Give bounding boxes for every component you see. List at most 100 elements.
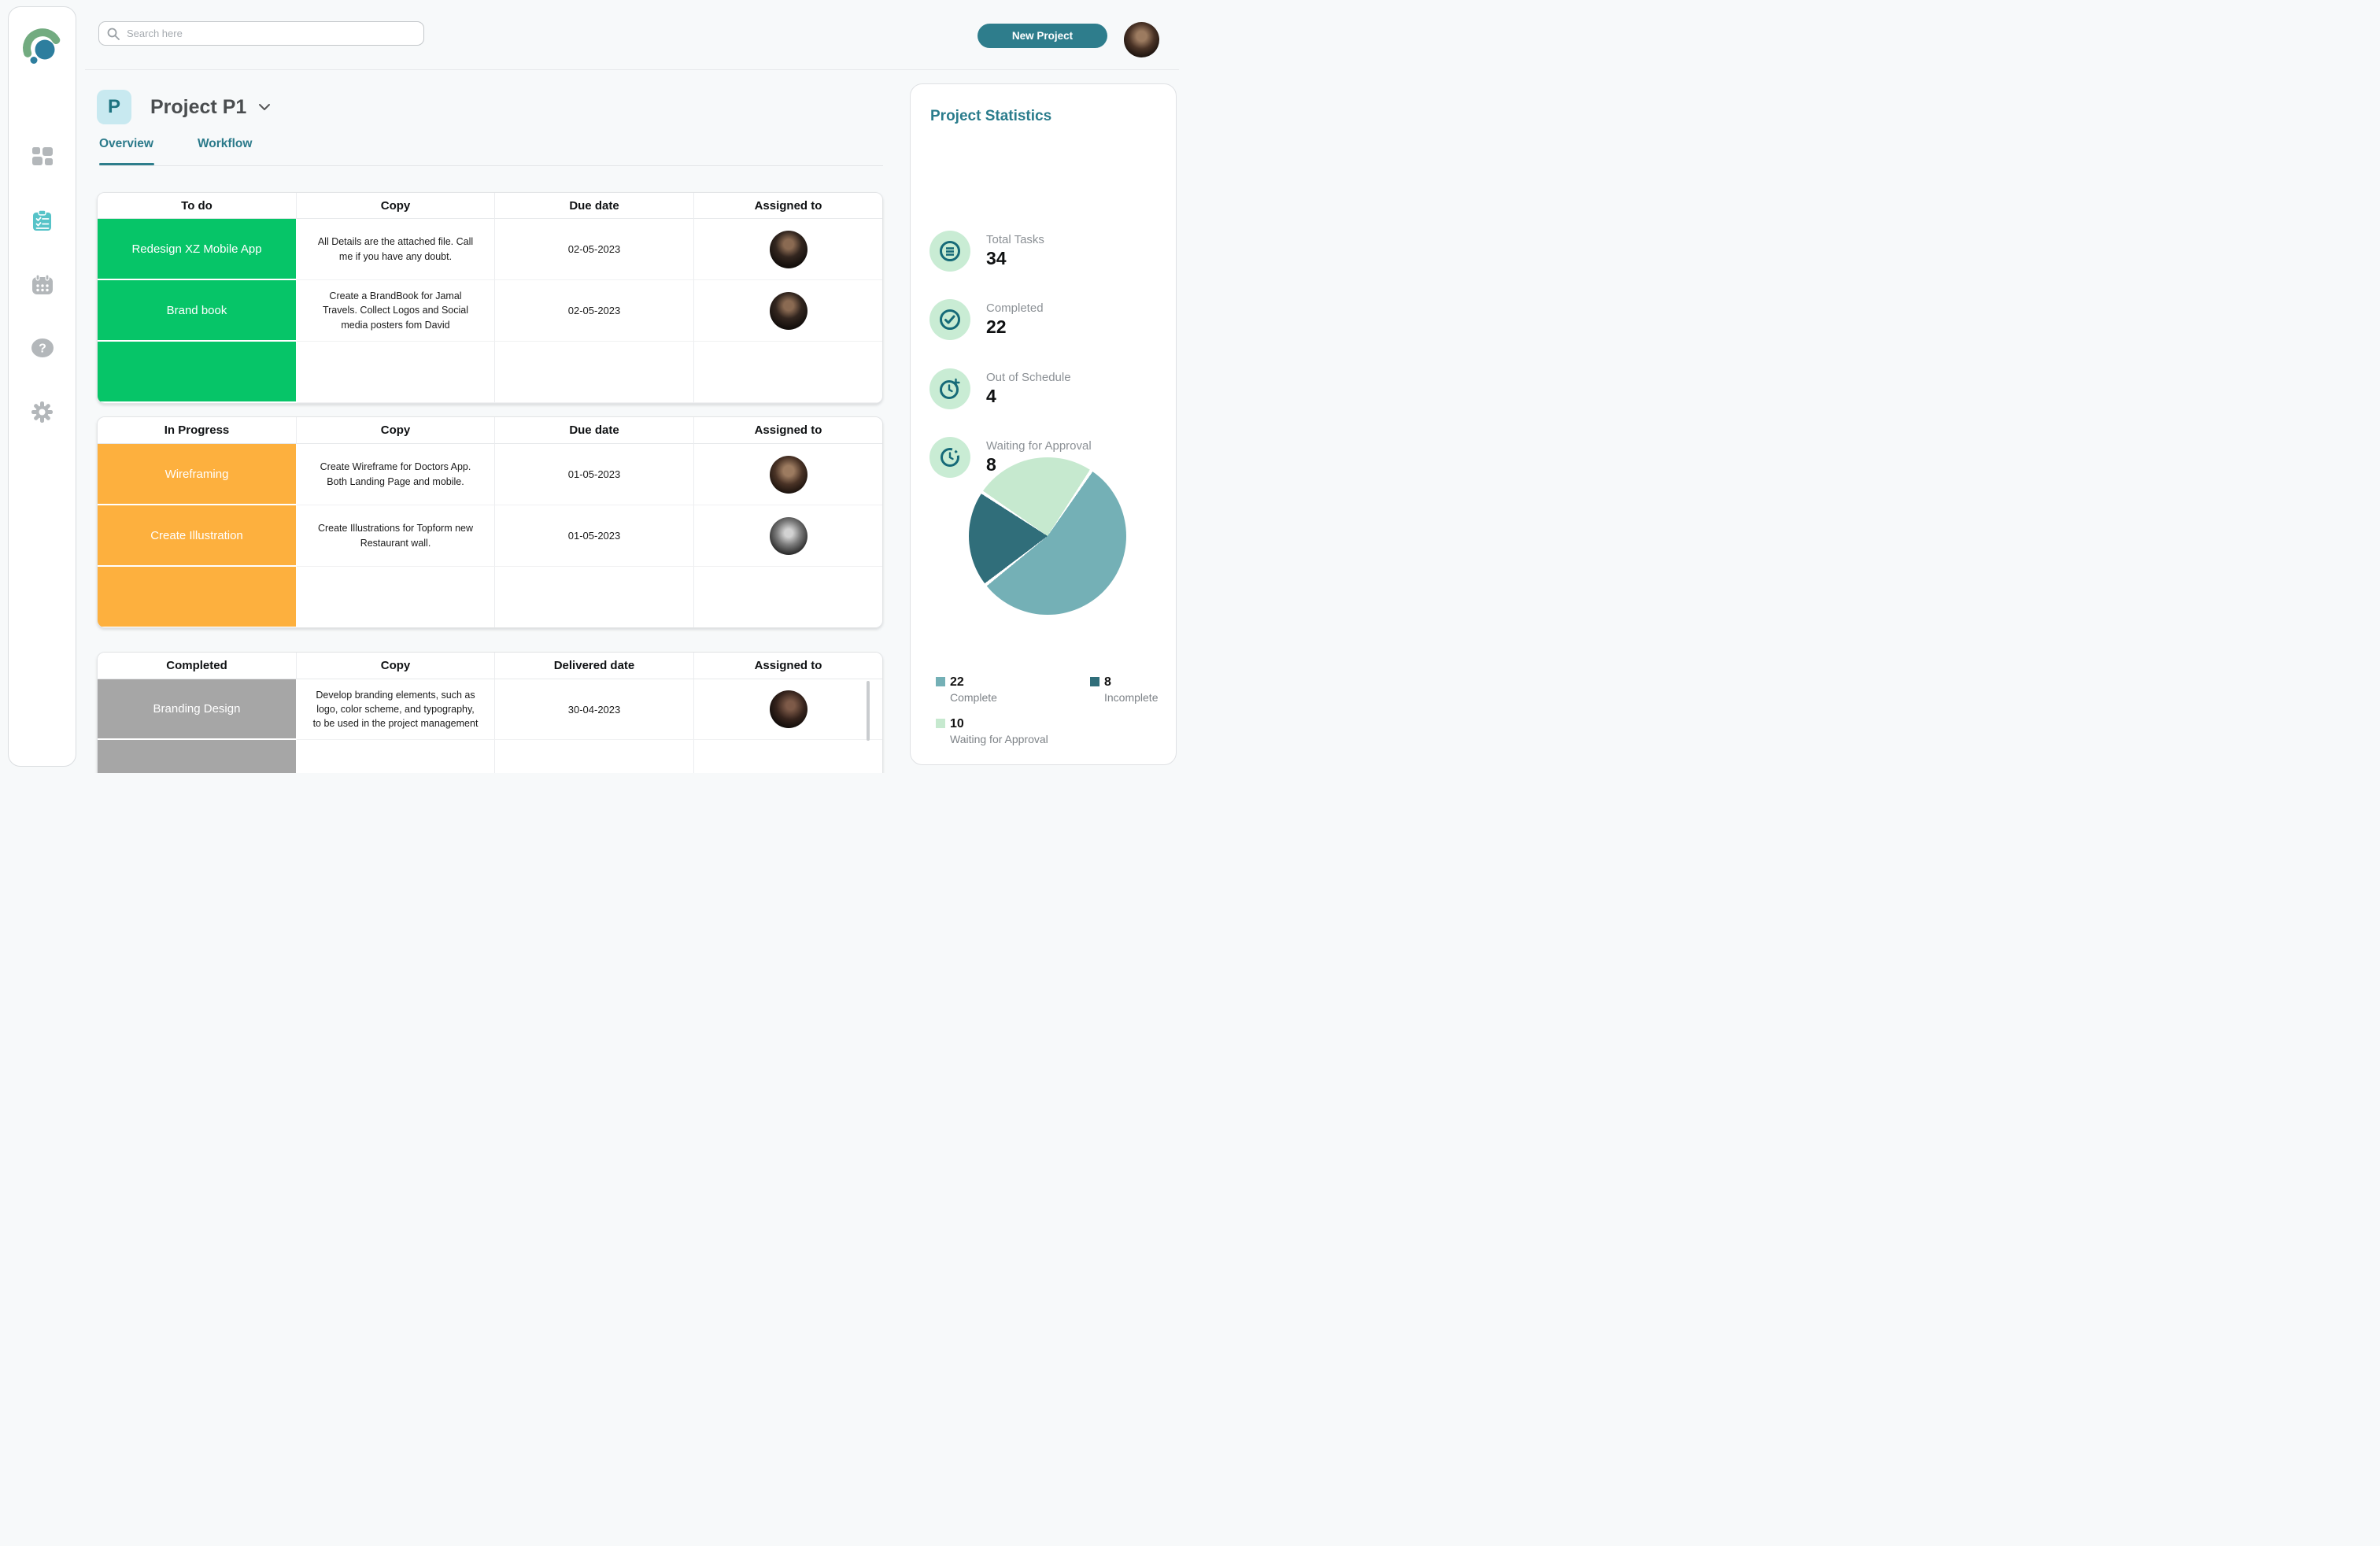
legend-label: Complete: [950, 691, 997, 704]
task-assignee-cell: [694, 219, 882, 280]
column-header: Assigned to: [694, 653, 882, 679]
svg-text:?: ?: [39, 342, 46, 356]
project-badge: P: [97, 90, 131, 124]
task-date-cell-empty: [495, 342, 694, 403]
sidebar-item-tasks[interactable]: [31, 209, 54, 231]
legend-swatch: [936, 677, 945, 686]
stat-label: Total Tasks: [986, 233, 1044, 246]
chevron-down-icon[interactable]: [258, 103, 271, 111]
column-header: Due date: [495, 417, 694, 444]
table-scrollbar[interactable]: [867, 681, 870, 741]
in-progress-table: In Progress Copy Due date Assigned to Wi…: [97, 416, 883, 628]
tasks-pie-chart: [969, 457, 1126, 615]
tab-overview[interactable]: Overview: [99, 137, 153, 161]
stat-value: 34: [986, 248, 1044, 269]
task-title-cell[interactable]: Branding Design: [98, 679, 297, 740]
tabs-divider: [99, 165, 883, 166]
calendar-icon: [32, 275, 53, 294]
stat-label: Completed: [986, 301, 1044, 315]
task-assignee-cell: [694, 505, 882, 567]
tab-workflow[interactable]: Workflow: [198, 137, 252, 161]
task-date-cell: 02-05-2023: [495, 219, 694, 280]
tasks-clipboard-icon: [31, 210, 53, 231]
task-copy-cell: Create a BrandBook for Jamal Travels. Co…: [297, 280, 495, 342]
column-header: Copy: [297, 193, 495, 219]
task-assignee-cell: [694, 679, 882, 740]
legend-item-waiting: 10 Waiting for Approval: [936, 717, 1048, 745]
task-title-cell[interactable]: Create Illustration: [98, 505, 297, 567]
task-date-cell: 02-05-2023: [495, 280, 694, 342]
assignee-avatar[interactable]: [770, 690, 808, 728]
task-title-cell[interactable]: Wireframing: [98, 444, 297, 505]
assignee-avatar[interactable]: [770, 231, 808, 268]
tasks-list-circle-icon: [929, 231, 970, 272]
app-window: ?: [0, 0, 1190, 773]
search-input-container: [98, 21, 424, 46]
clock-waiting-icon: [929, 437, 970, 478]
task-copy-cell: Develop branding elements, such as logo,…: [297, 679, 495, 740]
page-title: Project P1: [150, 96, 246, 119]
column-header: Copy: [297, 653, 495, 679]
column-header: Delivered date: [495, 653, 694, 679]
new-project-button[interactable]: New Project: [978, 24, 1107, 48]
task-title-cell[interactable]: Redesign XZ Mobile App: [98, 219, 297, 280]
legend-label: Waiting for Approval: [950, 733, 1048, 745]
task-title-cell-empty[interactable]: [98, 567, 297, 628]
task-copy-cell: Create Illustrations for Topform new Res…: [297, 505, 495, 567]
header-divider: [85, 69, 1179, 70]
sidebar-item-calendar[interactable]: [31, 273, 54, 295]
help-icon: ?: [31, 338, 54, 357]
task-copy-cell-empty: [297, 567, 495, 628]
task-copy-cell: Create Wireframe for Doctors App. Both L…: [297, 444, 495, 505]
legend-item-complete: 22 Complete: [936, 675, 997, 704]
task-title-cell-empty[interactable]: [98, 342, 297, 403]
legend-value: 22: [950, 675, 997, 690]
stat-out-of-schedule: Out of Schedule 4: [929, 368, 1071, 409]
task-copy-cell-empty: [297, 342, 495, 403]
task-copy-cell-empty: [297, 740, 495, 773]
sidebar-item-dashboard[interactable]: [31, 146, 54, 168]
todo-table: To do Copy Due date Assigned to Redesign…: [97, 192, 883, 404]
assignee-avatar[interactable]: [770, 456, 808, 494]
legend-item-incomplete: 8 Incomplete: [1090, 675, 1158, 704]
column-header: To do: [98, 193, 297, 219]
search-input[interactable]: [127, 28, 416, 39]
stat-value: 4: [986, 386, 1071, 407]
column-header: Due date: [495, 193, 694, 219]
panel-title: Project Statistics: [930, 108, 1051, 125]
legend-swatch: [1090, 677, 1099, 686]
project-statistics-panel: Project Statistics Total Tasks 34 Comple…: [910, 83, 1177, 765]
legend-value: 8: [1104, 675, 1158, 690]
legend-label: Incomplete: [1104, 691, 1158, 704]
stat-label: Out of Schedule: [986, 371, 1071, 384]
legend-swatch: [936, 719, 945, 728]
task-date-cell: 01-05-2023: [495, 505, 694, 567]
sidebar-item-settings[interactable]: [31, 401, 54, 423]
user-avatar[interactable]: [1124, 22, 1159, 57]
assignee-avatar[interactable]: [770, 292, 808, 330]
task-assignee-cell: [694, 444, 882, 505]
legend-value: 10: [950, 717, 1048, 731]
task-title-cell[interactable]: Brand book: [98, 280, 297, 342]
task-assignee-cell-empty: [694, 567, 882, 628]
column-header: Completed: [98, 653, 297, 679]
stat-label: Waiting for Approval: [986, 439, 1092, 453]
task-title-cell-empty[interactable]: [98, 740, 297, 773]
column-header: In Progress: [98, 417, 297, 444]
stat-value: 22: [986, 316, 1044, 338]
task-date-cell-empty: [495, 740, 694, 773]
stat-completed: Completed 22: [929, 299, 1044, 340]
assignee-avatar[interactable]: [770, 517, 808, 555]
stat-total-tasks: Total Tasks 34: [929, 231, 1044, 272]
sidebar: ?: [8, 6, 76, 767]
tab-bar: Overview Workflow: [99, 137, 252, 161]
check-circle-icon: [929, 299, 970, 340]
clock-plus-icon: [929, 368, 970, 409]
sidebar-item-help[interactable]: ?: [31, 337, 54, 359]
task-date-cell: 01-05-2023: [495, 444, 694, 505]
task-date-cell-empty: [495, 567, 694, 628]
search-icon: [107, 28, 120, 40]
app-logo-icon: [20, 26, 65, 70]
task-copy-cell: All Details are the attached file. Call …: [297, 219, 495, 280]
dashboard-grid-icon: [32, 147, 53, 166]
